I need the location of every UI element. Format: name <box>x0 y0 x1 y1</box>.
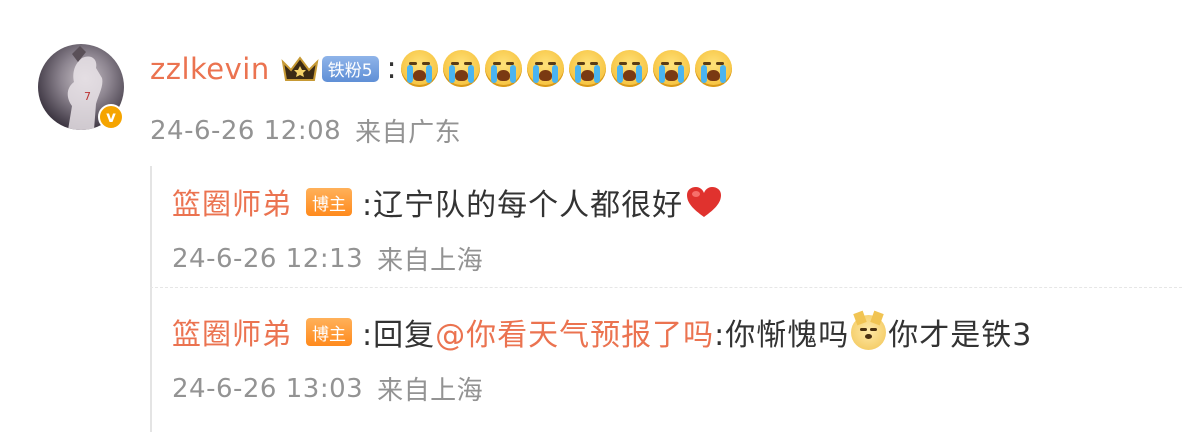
reply-location: 来自上海 <box>377 376 484 406</box>
doge-icon <box>851 310 887 350</box>
comment-location: 来自广东 <box>355 118 462 148</box>
crying-face-icon <box>400 50 438 87</box>
crying-face-icon <box>526 50 564 87</box>
verified-badge-icon: v <box>98 104 124 130</box>
crying-face-icon <box>484 50 522 87</box>
reply-text-tail: 你才是铁3 <box>888 318 1033 353</box>
crown-icon <box>281 55 319 81</box>
host-badge: 博主 <box>306 318 353 346</box>
crying-face-icon <box>610 50 648 87</box>
reply-text: :你惭愧吗 <box>714 318 850 353</box>
reply-1-meta: 24-6-26 12:13 来自上海 <box>172 240 483 277</box>
emoji-row <box>400 50 732 87</box>
svg-text:7: 7 <box>84 90 91 103</box>
comment-timestamp: 24-6-26 12:08 <box>150 115 342 146</box>
reply-1-header: 篮圈师弟 博主 :辽宁队的每个人都很好 <box>172 180 723 224</box>
comment-meta: 24-6-26 12:08 来自广东 <box>150 112 461 149</box>
red-heart-icon <box>687 187 722 217</box>
comment-header: zzlkevin 铁粉5 : <box>150 50 732 87</box>
crying-face-icon <box>652 50 690 87</box>
comment-colon: : <box>386 51 397 86</box>
reply-2-meta: 24-6-26 13:03 来自上海 <box>172 370 483 407</box>
reply-divider <box>150 287 1182 288</box>
reply-timestamp: 24-6-26 13:03 <box>172 373 364 404</box>
reply-author[interactable]: 篮圈师弟 <box>172 181 292 223</box>
crying-face-icon <box>442 50 480 87</box>
crying-face-icon <box>694 50 732 87</box>
reply-timestamp: 24-6-26 12:13 <box>172 243 364 274</box>
host-badge: 博主 <box>306 188 353 216</box>
comment-username[interactable]: zzlkevin <box>150 52 270 86</box>
reply-location: 来自上海 <box>377 246 484 276</box>
reply-2-header: 篮圈师弟 博主 :回复 @你看天气预报了吗 :你惭愧吗 你才是铁3 <box>172 310 1032 354</box>
reply-prefix: :回复 <box>362 318 436 353</box>
reply-text: :辽宁队的每个人都很好 <box>362 188 684 223</box>
fan-level-badge[interactable]: 铁粉5 <box>321 55 379 82</box>
mention-link[interactable]: @你看天气预报了吗 <box>435 310 714 354</box>
reply-author[interactable]: 篮圈师弟 <box>172 311 292 353</box>
crying-face-icon <box>568 50 606 87</box>
